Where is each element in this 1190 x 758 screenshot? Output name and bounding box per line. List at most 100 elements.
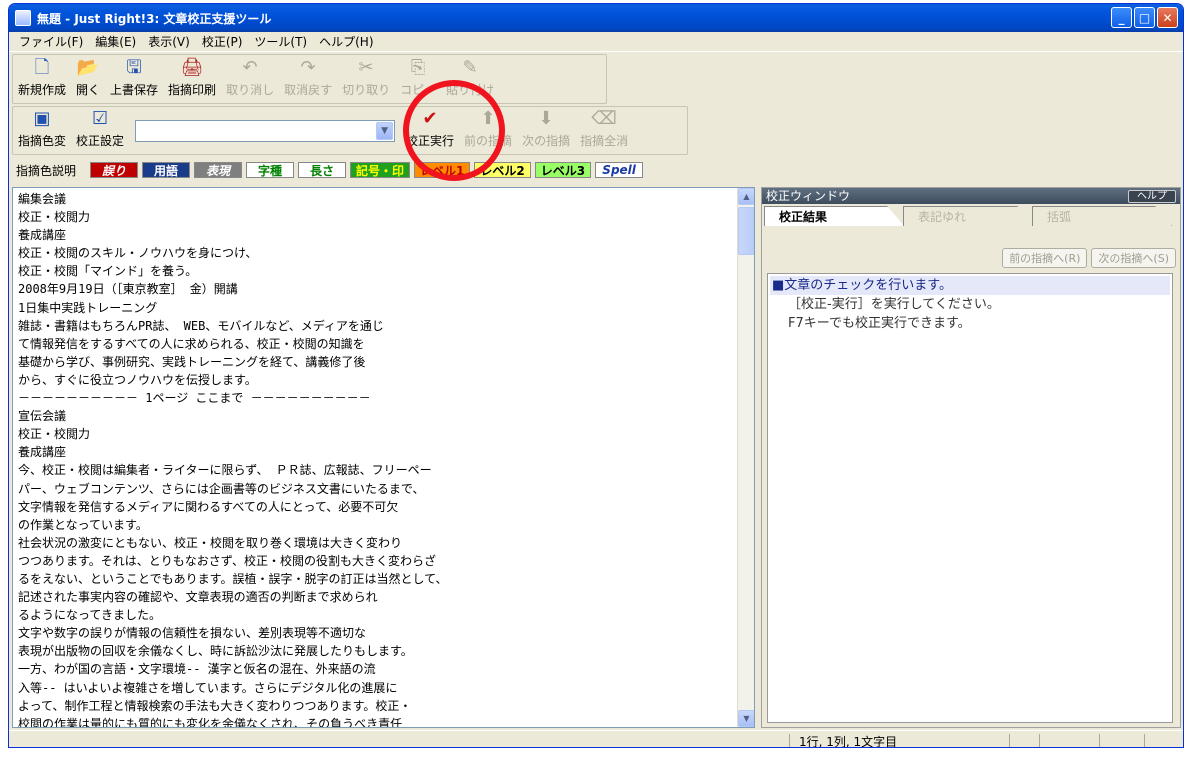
editor-line[interactable]: 校閲の作業は量的にも質的にも変化を余儀なくされ、その負うべき責任 xyxy=(18,715,447,727)
editor-line[interactable]: 文字情報を発信するメディアに関わるすべての人にとって、必要不可欠 xyxy=(18,498,447,516)
editor-line[interactable]: 記述された事実内容の確認や、文章表現の適否の判断まで求められ xyxy=(18,588,447,606)
run-proofread-button[interactable]: ✔ 校正実行 xyxy=(401,107,459,154)
tab-1[interactable]: 表記ゆれ xyxy=(903,206,1033,226)
result-heading: ■文章のチェックを行います。 xyxy=(770,276,1170,295)
editor-line[interactable]: 今、校正・校閲は編集者・ライターに限らず、 ＰＲ誌、広報誌、フリーペー xyxy=(18,461,447,479)
toolbar-label: 新規作成 xyxy=(18,83,67,97)
save-button[interactable]: 🖫 上書保存 xyxy=(105,55,163,103)
toolbar-label: 指摘印刷 xyxy=(168,83,217,97)
editor-line[interactable]: 編集会議 xyxy=(18,190,447,208)
tab-0[interactable]: 校正結果 xyxy=(764,206,904,226)
copy-icon: ⎘ xyxy=(410,57,426,78)
menu-item[interactable]: 編集(E) xyxy=(89,33,142,50)
editor-line[interactable]: 校正・校閲「マインド」を養う。 xyxy=(18,262,447,280)
color-change-label: 指摘色変 xyxy=(18,134,67,148)
editor-line[interactable]: るようになってきました。 xyxy=(18,606,447,624)
proofread-settings-label: 校正設定 xyxy=(76,134,125,148)
run-proofread-label: 校正実行 xyxy=(406,134,455,148)
legend-chip: 表現 xyxy=(194,162,243,178)
clear-marks-icon: ⌫ xyxy=(591,108,617,129)
menu-item[interactable]: ヘルプ(H) xyxy=(313,33,379,50)
chevron-down-icon[interactable]: ▼ xyxy=(376,121,394,140)
clear-marks-label: 指摘全消 xyxy=(580,134,629,148)
editor-line[interactable]: 校正・校閲力 xyxy=(18,425,447,443)
color-change-button[interactable]: ▣ 指摘色変 xyxy=(13,107,71,154)
editor-line[interactable]: るをえない、ということでもあります。誤植・誤字・脱字の訂正は当然として、 xyxy=(18,570,447,588)
editor-line[interactable]: の作業となっています。 xyxy=(18,516,447,534)
next-mark-nav-button[interactable]: 次の指摘へ(S) xyxy=(1091,248,1176,268)
scroll-up-icon[interactable]: ▲ xyxy=(738,188,754,205)
tab-2[interactable]: 括弧 xyxy=(1032,206,1172,226)
clear-marks-button[interactable]: ⌫ 指摘全消 xyxy=(575,107,633,154)
text-editor[interactable]: 編集会議 校正・校閲力 養成講座 校正・校閲のスキル・ノウハウを身につけ、 校正・校閲「… xyxy=(12,187,755,728)
status-divider xyxy=(789,734,790,747)
copy-button[interactable]: ⎘ コピー xyxy=(395,55,441,103)
help-button[interactable]: ヘルプ xyxy=(1128,190,1176,203)
results-list[interactable]: ■文章のチェックを行います。 ［校正-実行］を実行してください。 F7キーでも校… xyxy=(767,273,1173,723)
editor-line[interactable]: 養成講座 xyxy=(18,226,447,244)
down-arrow-icon: ⬇ xyxy=(538,108,554,129)
menu-item[interactable]: ファイル(F) xyxy=(13,33,89,50)
menu-bar: ファイル(F) 編集(E) 表示(V) 校正(P) ツール(T) ヘルプ(H) xyxy=(9,32,1183,52)
editor-line[interactable]: 校正・校閲力 xyxy=(18,208,447,226)
editor-scrollbar[interactable]: ▲ ▼ xyxy=(737,188,754,727)
close-button[interactable]: ✕ xyxy=(1157,7,1178,28)
undo-icon: ↶ xyxy=(242,57,258,78)
prev-mark-nav-button[interactable]: 前の指摘へ(R) xyxy=(1002,248,1088,268)
editor-line[interactable]: よって、制作工程と情報検索の手法も大きく変わりつつあります。校正・ xyxy=(18,697,447,715)
window-title: 無題 - Just Right!3: 文章校正支援ツール xyxy=(37,11,272,26)
undo-button[interactable]: ↶ 取り消し xyxy=(221,55,279,103)
next-mark-button[interactable]: ⬇ 次の指摘 xyxy=(517,107,575,154)
status-divider xyxy=(1099,734,1100,747)
editor-line[interactable]: から、すぐに役立つノウハウを伝授します。 xyxy=(18,371,447,389)
menu-item[interactable]: ツール(T) xyxy=(248,33,313,50)
legend-chip: レベル1 xyxy=(414,162,471,178)
open-folder-icon: 📂 xyxy=(76,57,100,78)
status-divider xyxy=(1144,734,1145,747)
editor-line[interactable]: 校正・校閲のスキル・ノウハウを身につけ、 xyxy=(18,244,447,262)
menu-item[interactable]: 校正(P) xyxy=(196,33,249,50)
title-bar[interactable]: 無題 - Just Right!3: 文章校正支援ツール _ □ ✕ xyxy=(9,4,1183,32)
minimize-button[interactable]: _ xyxy=(1111,7,1132,28)
editor-line[interactable]: 2008年9月19日（［東京教室］ 金）開講 xyxy=(18,280,447,298)
editor-content[interactable]: 編集会議 校正・校閲力 養成講座 校正・校閲のスキル・ノウハウを身につけ、 校正・校閲「… xyxy=(18,190,447,727)
new-document-button[interactable]: 🗋 新規作成 xyxy=(13,55,71,103)
print-button[interactable]: 🖨 指摘印刷 xyxy=(163,55,221,103)
paste-button[interactable]: ✎ 貼り付け xyxy=(441,55,499,103)
menu-item[interactable]: 表示(V) xyxy=(142,33,196,50)
editor-line[interactable]: 雑誌・書籍はもちろんPR誌、 WEB、モバイルなど、メディアを通じ xyxy=(18,317,447,335)
scroll-down-icon[interactable]: ▼ xyxy=(738,710,754,727)
redo-button[interactable]: ↷ 取消戻す xyxy=(279,55,337,103)
editor-line[interactable]: 一方、わが国の言語・文字環境-- 漢字と仮名の混在、外来語の流 xyxy=(18,660,447,678)
toolbar-label: 取消戻す xyxy=(284,83,333,97)
cut-button[interactable]: ✂ 切り取り xyxy=(337,55,395,103)
editor-line[interactable]: て情報発信をするすべての人に求められる、校正・校閲の知識を xyxy=(18,335,447,353)
editor-line[interactable]: パー、ウェブコンテンツ、さらには企画書等のビジネス文書にいたるまで、 xyxy=(18,480,447,498)
editor-line[interactable]: 養成講座 xyxy=(18,443,447,461)
legend-chip: Spell xyxy=(595,162,644,178)
open-folder-button[interactable]: 📂 開く xyxy=(71,55,105,103)
editor-line[interactable]: 入等-- はいよいよ複雑さを増しています。さらにデジタル化の進展に xyxy=(18,679,447,697)
editor-line[interactable]: 基礎から学び、事例研究、実践トレーニングを経て、講義修了後 xyxy=(18,353,447,371)
editor-line[interactable]: －－－－－－－－－－ 1ページ ここまで －－－－－－－－－－ xyxy=(18,389,447,407)
editor-line[interactable]: 社会状況の激変にともない、校正・校閲を取り巻く環境は大きく変わり xyxy=(18,534,447,552)
panel-title: 校正ウィンドウ xyxy=(766,189,851,203)
maximize-button[interactable]: □ xyxy=(1134,7,1155,28)
result-line: F7キーでも校正実行できます。 xyxy=(788,316,971,331)
status-divider xyxy=(1009,734,1010,747)
editor-line[interactable]: 文字や数字の誤りが情報の信頼性を損ない、差別表現等不適切な xyxy=(18,624,447,642)
editor-line[interactable]: 1日集中実践トレーニング xyxy=(18,299,447,317)
scroll-thumb[interactable] xyxy=(738,207,754,255)
toolbar-label: 上書保存 xyxy=(110,83,159,97)
panel-tabs: 校正結果 表記ゆれ 括弧 xyxy=(764,206,1178,226)
editor-line[interactable]: 宣伝会議 xyxy=(18,407,447,425)
prev-mark-button[interactable]: ⬆ 前の指摘 xyxy=(459,107,517,154)
proofread-settings-button[interactable]: ☑ 校正設定 xyxy=(71,107,129,154)
legend-chip: 用語 xyxy=(142,162,191,178)
rule-combobox[interactable]: ▼ xyxy=(135,119,396,142)
editor-line[interactable]: 表現が出版物の回収を余儀なくし、時に訴訟沙汰に発展したりもします。 xyxy=(18,642,447,660)
print-icon: 🖨 xyxy=(180,57,204,78)
toolbar-label: 切り取り xyxy=(342,83,391,97)
next-mark-label: 次の指摘 xyxy=(522,134,571,148)
editor-line[interactable]: つつあります。それは、とりもなおさず、校正・校閲の役割も大きく変わらざ xyxy=(18,552,447,570)
